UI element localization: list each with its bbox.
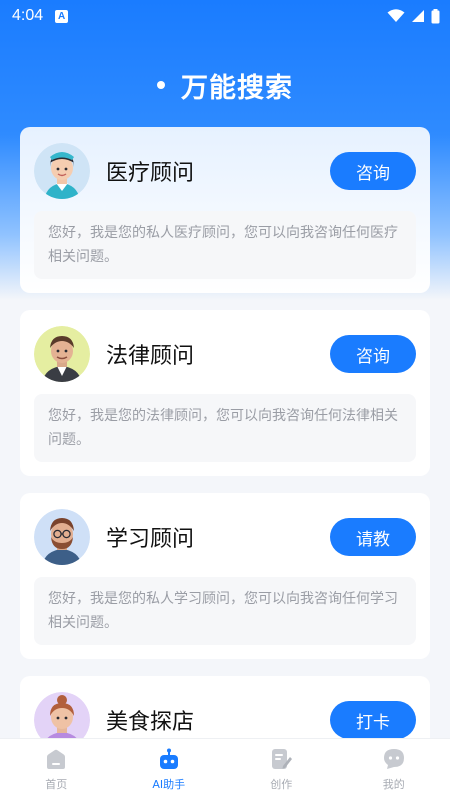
tab-label: AI助手 bbox=[152, 777, 186, 791]
advisor-name: 美食探店 bbox=[106, 710, 195, 735]
bottom-tab-bar: 首页 AI助手 创作 我的 bbox=[0, 738, 450, 800]
wifi-icon bbox=[387, 9, 405, 22]
signal-icon bbox=[412, 10, 424, 22]
advisor-card-food[interactable]: 美食探店 打卡 bbox=[20, 676, 430, 738]
notification-a-icon: A bbox=[55, 9, 69, 23]
tab-label: 首页 bbox=[45, 777, 68, 791]
advisor-name: 学习顾问 bbox=[106, 527, 195, 552]
tab-label: 我的 bbox=[382, 777, 405, 791]
advisor-card-study[interactable]: 学习顾问 请教 您好，我是您的私人学习顾问，您可以向我咨询任何学习相关问题。 bbox=[20, 493, 430, 659]
profile-icon bbox=[383, 748, 404, 769]
page-title-text: 万能搜索 bbox=[181, 72, 293, 104]
consult-button[interactable]: 咨询 bbox=[330, 152, 416, 190]
status-time: 4:04 bbox=[12, 7, 44, 24]
advisor-card-medical[interactable]: 医疗顾问 咨询 您好，我是您的私人医疗顾问，您可以向我咨询任何医疗相关问题。 bbox=[20, 127, 430, 293]
ask-button[interactable]: 请教 bbox=[330, 518, 416, 556]
advisor-description: 您好，我是您的法律顾问，您可以向我咨询任何法律相关问题。 bbox=[34, 394, 416, 462]
tab-ai-assistant[interactable]: AI助手 bbox=[113, 739, 226, 800]
study-advisor-avatar bbox=[34, 509, 90, 565]
home-icon bbox=[47, 749, 66, 769]
tab-home[interactable]: 首页 bbox=[0, 739, 113, 800]
advisor-name: 医疗顾问 bbox=[106, 161, 195, 186]
tab-label: 创作 bbox=[270, 777, 293, 791]
advisor-name: 法律顾问 bbox=[106, 344, 195, 369]
title-dot-icon bbox=[157, 81, 165, 89]
status-icons bbox=[387, 8, 440, 24]
advisor-card-legal[interactable]: 法律顾问 咨询 您好，我是您的法律顾问，您可以向我咨询任何法律相关问题。 bbox=[20, 310, 430, 476]
tab-create[interactable]: 创作 bbox=[225, 739, 338, 800]
legal-advisor-avatar bbox=[34, 326, 90, 382]
advisor-description: 您好，我是您的私人医疗顾问，您可以向我咨询任何医疗相关问题。 bbox=[34, 211, 416, 279]
page-title: 万能搜索 bbox=[0, 62, 450, 108]
robot-icon bbox=[159, 748, 178, 769]
consult-button[interactable]: 咨询 bbox=[330, 335, 416, 373]
food-explorer-avatar bbox=[34, 692, 90, 738]
battery-icon bbox=[431, 8, 440, 23]
advisor-description: 您好，我是您的私人学习顾问，您可以向我咨询任何学习相关问题。 bbox=[34, 577, 416, 645]
checkin-button[interactable]: 打卡 bbox=[330, 701, 416, 738]
tab-mine[interactable]: 我的 bbox=[338, 739, 450, 800]
medical-advisor-avatar bbox=[34, 143, 90, 199]
edit-icon bbox=[272, 748, 293, 769]
status-bar: 4:04 A bbox=[0, 0, 450, 32]
